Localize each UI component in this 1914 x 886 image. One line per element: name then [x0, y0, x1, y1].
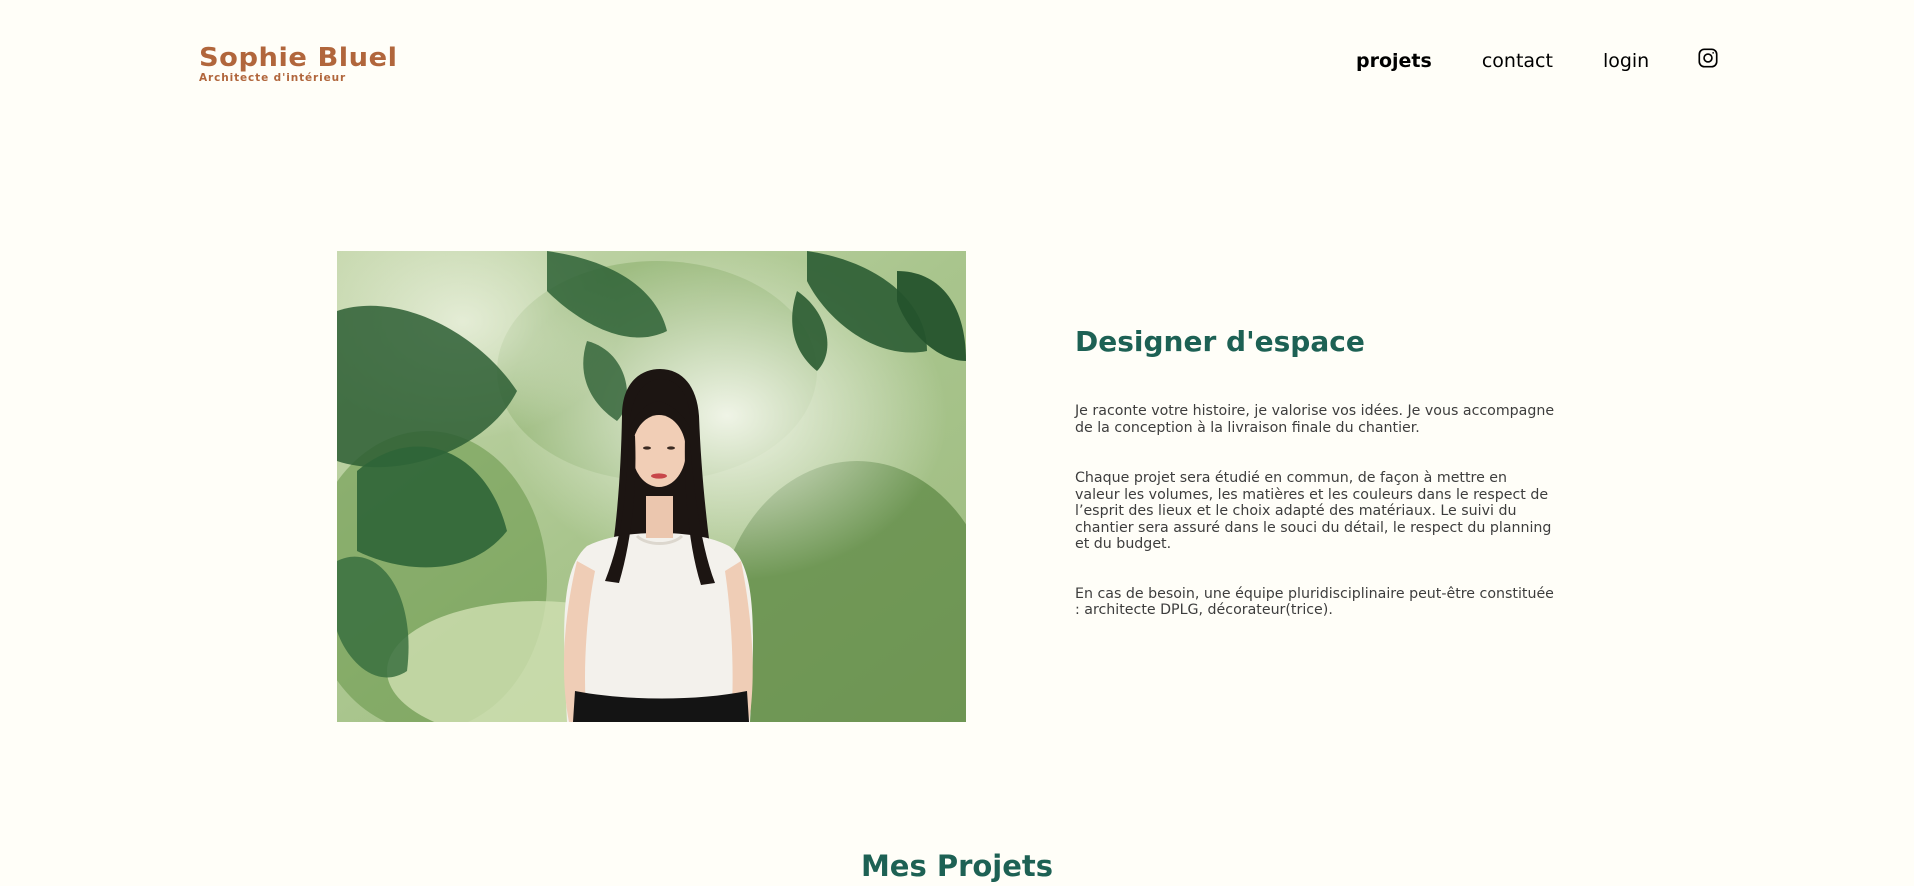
intro-title: Designer d'espace [1075, 325, 1365, 358]
main-nav: projets contact login [1356, 48, 1719, 74]
portrait-photo [337, 251, 966, 722]
intro-paragraph: Chaque projet sera étudié en commun, de … [1075, 470, 1552, 552]
intro-section: Designer d'espace Je raconte votre histo… [1075, 320, 1555, 619]
page: Sophie Bluel Architecte d'intérieur proj… [0, 0, 1914, 886]
instagram-icon[interactable] [1697, 47, 1719, 69]
nav-link-projets[interactable]: projets [1356, 48, 1432, 74]
logo-subtitle: Architecte d'intérieur [199, 72, 347, 84]
intro-paragraph: Je raconte votre histoire, je valorise v… [1075, 403, 1555, 436]
nav-link-contact[interactable]: contact [1482, 48, 1553, 74]
projects-title: Mes Projets [860, 849, 1054, 883]
intro-paragraph: En cas de besoin, une équipe pluridiscip… [1075, 585, 1554, 619]
nav-link-login[interactable]: login [1603, 48, 1649, 74]
site-header: Sophie Bluel Architecte d'intérieur proj… [0, 0, 1914, 120]
logo[interactable]: Sophie Bluel Architecte d'intérieur [199, 44, 397, 84]
logo-title: Sophie Bluel [199, 43, 398, 73]
